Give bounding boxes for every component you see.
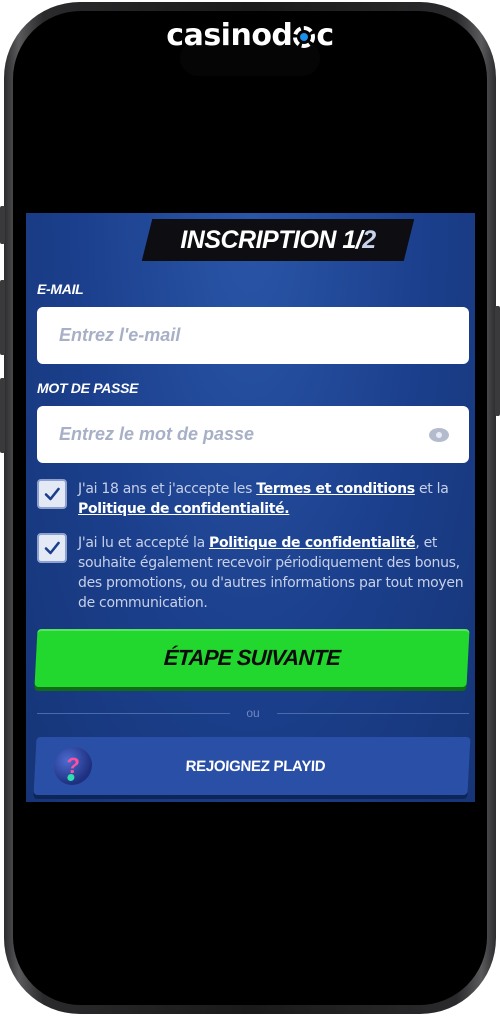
consent-marketing-row: J'ai lu et accepté la Politique de confi…	[37, 533, 469, 613]
logo-text-end: c	[316, 18, 334, 53]
casinodoc-watermark-logo: casinod c	[0, 18, 500, 53]
divider-line-right	[277, 713, 469, 714]
eye-icon[interactable]	[429, 427, 449, 442]
title-main: INSCRIPTION 1/	[180, 226, 363, 254]
email-field[interactable]	[57, 324, 449, 347]
checkmark-icon	[44, 541, 60, 555]
marketing-consent-text: J'ai lu et accepté la Politique de confi…	[78, 533, 469, 613]
logo-text-start: casinod	[166, 18, 293, 53]
privacy-policy-link-2[interactable]: Politique de confidentialité	[209, 535, 416, 551]
consent-terms-row: J'ai 18 ans et j'accepte les Termes et c…	[37, 479, 469, 519]
terms-consent-text: J'ai 18 ans et j'accepte les Termes et c…	[78, 479, 469, 519]
title-step-total: 2	[362, 226, 376, 254]
email-field-container	[37, 307, 469, 364]
page-title: INSCRIPTION 1/2	[147, 219, 409, 261]
playid-button-label: REJOIGNEZ PLAYID	[185, 757, 326, 775]
checkmark-icon	[44, 487, 60, 501]
password-label: MOT DE PASSE	[37, 380, 139, 396]
join-playid-button[interactable]: ? REJOIGNEZ PLAYID	[33, 737, 471, 795]
playid-icon: ?	[53, 747, 93, 785]
terms-and-conditions-link[interactable]: Termes et conditions	[256, 481, 415, 497]
privacy-policy-link[interactable]: Politique de confidentialité.	[78, 501, 290, 517]
email-label: E-MAIL	[37, 281, 84, 297]
marketing-checkbox[interactable]	[37, 533, 67, 563]
next-step-button[interactable]: ÉTAPE SUIVANTE	[34, 629, 470, 687]
terms-checkbox[interactable]	[37, 479, 67, 509]
terms-text-middle: et la	[414, 481, 449, 497]
terms-text-before: J'ai 18 ans et j'accepte les	[78, 481, 257, 497]
or-divider: ou	[37, 706, 469, 720]
password-field-container	[37, 406, 469, 463]
password-field[interactable]	[57, 423, 429, 446]
registration-panel: INSCRIPTION 1/2 E-MAIL MOT DE PASSE J'ai…	[26, 213, 475, 802]
marketing-text-before: J'ai lu et accepté la	[78, 535, 210, 551]
poker-chip-icon	[293, 26, 316, 48]
